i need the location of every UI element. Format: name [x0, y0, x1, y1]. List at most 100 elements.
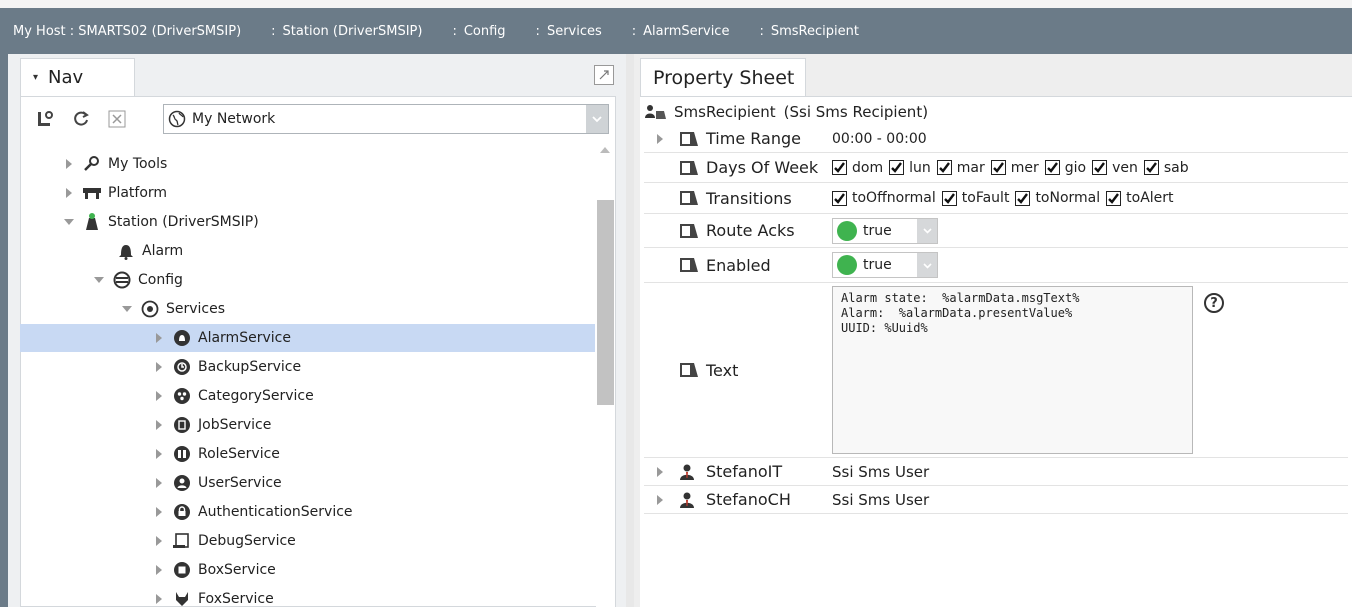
- boolean-select[interactable]: true: [832, 252, 938, 278]
- breadcrumb-alarm-service[interactable]: AlarmService: [643, 24, 729, 39]
- tree-item-fox-service[interactable]: FoxService: [20, 585, 595, 607]
- network-select-value: My Network: [192, 111, 276, 127]
- user-name: StefanoCH: [706, 490, 791, 509]
- time-range-value[interactable]: 00:00 - 00:00: [832, 131, 927, 147]
- expand-arrow-icon[interactable]: [152, 534, 166, 548]
- transitions-checkboxes: toOffnormal toFault toNormal toAlert: [832, 190, 1180, 206]
- expand-arrow-icon[interactable]: [152, 592, 166, 606]
- checkbox-to-offnormal[interactable]: toOffnormal: [832, 190, 936, 206]
- expand-arrow-icon[interactable]: [152, 418, 166, 432]
- chevron-down-icon[interactable]: [586, 105, 608, 133]
- tree-item-station[interactable]: Station (DriverSMSIP): [20, 208, 595, 236]
- check-icon: [1015, 190, 1031, 206]
- refresh-icon[interactable]: [70, 108, 92, 130]
- checkbox-to-normal[interactable]: toNormal: [1015, 190, 1100, 206]
- property-row-route-acks: Route Acks true: [644, 214, 1348, 248]
- tree-item-authentication-service[interactable]: AuthenticationService: [20, 498, 595, 526]
- checkbox-day-mar[interactable]: mar: [936, 160, 985, 176]
- expand-arrow-icon[interactable]: [152, 331, 166, 345]
- collapse-arrow-icon[interactable]: [92, 273, 106, 287]
- pane-splitter[interactable]: [626, 54, 634, 607]
- tree-item-role-service[interactable]: RoleService: [20, 440, 595, 468]
- tree-item-alarm[interactable]: Alarm: [20, 237, 595, 265]
- checkbox-day-mer[interactable]: mer: [990, 160, 1039, 176]
- tree-item-backup-service[interactable]: BackupService: [20, 353, 595, 381]
- breadcrumb-config[interactable]: Config: [464, 24, 506, 39]
- tree-item-category-service[interactable]: CategoryService: [20, 382, 595, 410]
- tree-item-label: BoxService: [198, 562, 276, 578]
- tree-item-alarm-service[interactable]: AlarmService: [20, 324, 595, 352]
- tree-item-user-service[interactable]: UserService: [20, 469, 595, 497]
- checkbox-day-sab[interactable]: sab: [1143, 160, 1189, 176]
- tree-item-services[interactable]: Services: [20, 295, 595, 323]
- tree-item-my-tools[interactable]: My Tools: [20, 150, 595, 178]
- breadcrumb-host[interactable]: My Host : SMARTS02 (DriverSMSIP): [13, 24, 241, 39]
- route-acks-select[interactable]: true: [832, 217, 938, 244]
- checkbox-to-alert[interactable]: toAlert: [1106, 190, 1174, 206]
- network-select[interactable]: My Network: [163, 104, 609, 134]
- checkbox-day-lun[interactable]: lun: [889, 160, 931, 176]
- tree-item-box-service[interactable]: BoxService: [20, 556, 595, 584]
- breadcrumb-separator: :: [452, 23, 457, 39]
- user-icon: [678, 491, 702, 509]
- breadcrumb-sms-recipient[interactable]: SmsRecipient: [771, 24, 859, 39]
- expand-arrow-icon[interactable]: [152, 447, 166, 461]
- debug-service-icon: [172, 531, 192, 551]
- expand-arrow-icon[interactable]: [152, 389, 166, 403]
- chevron-down-icon[interactable]: [917, 218, 937, 243]
- backup-service-icon: [172, 357, 192, 377]
- checkbox-day-dom[interactable]: dom: [832, 160, 883, 176]
- nav-scrollbar-thumb[interactable]: [597, 200, 614, 405]
- breadcrumb-station[interactable]: Station (DriverSMSIP): [283, 24, 423, 39]
- nav-tab[interactable]: ▾ Nav: [20, 58, 135, 96]
- tree-item-label: Platform: [108, 185, 168, 201]
- user-type: Ssi Sms User: [832, 462, 930, 481]
- check-icon: [1143, 160, 1159, 175]
- expand-arrow-icon[interactable]: [656, 494, 666, 505]
- collapse-caret-icon[interactable]: ▾: [33, 72, 38, 83]
- close-session-icon[interactable]: [106, 108, 128, 130]
- property-row-days-of-week: Days Of Week dom lun mar mer gio ven sab: [644, 153, 1348, 183]
- tree-item-debug-service[interactable]: DebugService: [20, 527, 595, 555]
- user-icon: [678, 463, 702, 481]
- checkbox-day-gio[interactable]: gio: [1044, 160, 1086, 176]
- checkbox-day-ven[interactable]: ven: [1092, 160, 1138, 176]
- expand-arrow-icon[interactable]: [62, 157, 76, 171]
- check-icon: [941, 190, 957, 206]
- slot-icon: [678, 361, 702, 379]
- component-type: (Ssi Sms Recipient): [783, 103, 929, 121]
- tree-item-config[interactable]: Config: [20, 266, 595, 294]
- message-text-area[interactable]: Alarm state: %alarmData.msgText% Alarm: …: [832, 286, 1193, 454]
- expand-arrow-icon[interactable]: [656, 133, 666, 144]
- expand-arrow-icon[interactable]: [62, 186, 76, 200]
- expand-arrow-icon[interactable]: [656, 466, 666, 477]
- enabled-select[interactable]: true: [832, 252, 938, 278]
- tree-item-label: DebugService: [198, 533, 296, 549]
- breadcrumb-services[interactable]: Services: [547, 24, 602, 39]
- maximize-pane-icon[interactable]: [594, 65, 614, 85]
- chevron-down-icon[interactable]: [917, 253, 937, 277]
- tree-item-job-service[interactable]: JobService: [20, 411, 595, 439]
- tree-item-label: My Tools: [108, 156, 168, 172]
- expand-arrow-icon[interactable]: [152, 360, 166, 374]
- breadcrumb-separator: :: [759, 23, 764, 39]
- collapse-arrow-icon[interactable]: [62, 215, 76, 229]
- property-label: Text: [706, 360, 739, 380]
- slot-icon: [678, 222, 702, 240]
- expand-arrow-icon[interactable]: [152, 476, 166, 490]
- tree-root-icon[interactable]: [34, 108, 56, 130]
- boolean-select[interactable]: true: [832, 217, 938, 244]
- expand-arrow-icon[interactable]: [152, 563, 166, 577]
- property-label: Time Range: [706, 129, 801, 148]
- checkbox-to-fault[interactable]: toFault: [941, 190, 1009, 206]
- recipient-icon: [644, 103, 666, 121]
- collapse-arrow-icon[interactable]: [120, 302, 134, 316]
- tree-item-platform[interactable]: Platform: [20, 179, 595, 207]
- expand-arrow-icon[interactable]: [152, 505, 166, 519]
- help-icon[interactable]: ?: [1204, 293, 1224, 313]
- property-row-user: StefanoCH Ssi Sms User: [644, 486, 1348, 514]
- scroll-up-icon[interactable]: [599, 144, 611, 156]
- breadcrumb-separator: :: [535, 23, 540, 39]
- tree-item-label: FoxService: [198, 591, 274, 607]
- property-sheet-tab[interactable]: Property Sheet: [640, 58, 806, 97]
